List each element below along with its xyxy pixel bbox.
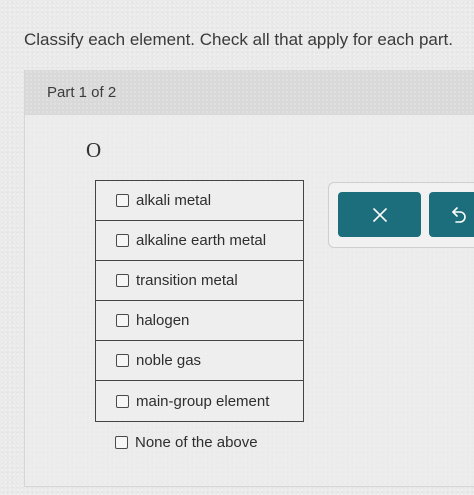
option-label: alkaline earth metal: [136, 232, 267, 249]
option-label: main-group element: [136, 392, 270, 410]
option-label: None of the above: [135, 434, 258, 451]
close-icon: [372, 207, 388, 223]
undo-icon: [450, 205, 468, 225]
option-label: transition metal: [136, 272, 238, 289]
options-table: alkali metal alkaline earth metal transi…: [95, 180, 304, 422]
checkbox[interactable]: [116, 354, 129, 367]
option-noble-gas[interactable]: noble gas: [96, 341, 303, 381]
element-symbol: O: [86, 138, 102, 162]
option-halogen[interactable]: halogen: [96, 301, 303, 341]
instruction-text: Classify each element. Check all that ap…: [24, 30, 453, 49]
option-transition-metal[interactable]: transition metal: [96, 261, 303, 301]
checkbox[interactable]: [116, 274, 129, 287]
clear-button[interactable]: [338, 192, 421, 237]
option-alkali-metal[interactable]: alkali metal: [96, 181, 303, 221]
part-label: Part 1 of 2: [47, 84, 117, 101]
checkbox[interactable]: [115, 436, 128, 449]
checkbox[interactable]: [116, 314, 129, 327]
undo-button[interactable]: [429, 192, 474, 237]
option-alkaline-earth-metal[interactable]: alkaline earth metal: [96, 221, 303, 261]
checkbox[interactable]: [116, 194, 129, 207]
option-main-group-element[interactable]: main-group element: [96, 381, 303, 421]
option-label: halogen: [136, 312, 190, 329]
option-none-of-the-above[interactable]: None of the above: [115, 434, 258, 451]
option-label: noble gas: [136, 352, 202, 369]
option-label: alkali metal: [136, 192, 212, 209]
checkbox[interactable]: [116, 234, 129, 247]
part-header: Part 1 of 2: [25, 70, 474, 115]
checkbox[interactable]: [116, 394, 129, 408]
